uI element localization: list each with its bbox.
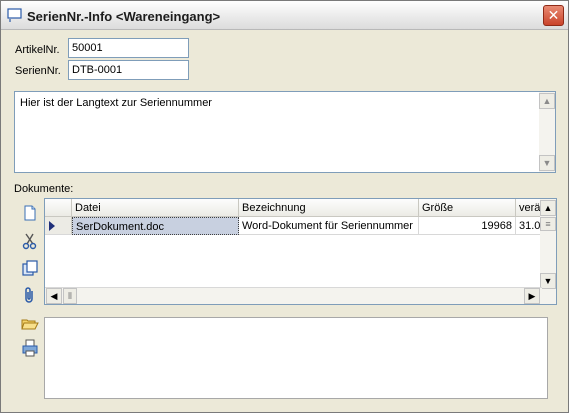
- artikel-label: ArtikelNr.: [15, 44, 60, 56]
- title-bar[interactable]: SerienNr.-Info <Wareneingang> ✕: [1, 1, 568, 30]
- serien-field[interactable]: DTB-0001: [68, 60, 189, 80]
- grid-scroll-down-icon[interactable]: ▼: [540, 273, 556, 289]
- grid-scroll-thumb[interactable]: ≡: [540, 217, 556, 231]
- grid-hscrollbar[interactable]: ◀ ⦀ ▶: [45, 287, 542, 304]
- paperclip-icon[interactable]: [21, 286, 39, 304]
- window-title: SerienNr.-Info <Wareneingang>: [27, 9, 221, 24]
- close-button[interactable]: ✕: [543, 5, 564, 26]
- table-row[interactable]: SerDokument.doc Word-Dokument für Serien…: [45, 217, 542, 235]
- langtext-memo[interactable]: Hier ist der Langtext zur Seriennummer ▲…: [14, 91, 556, 173]
- new-document-icon[interactable]: [21, 204, 39, 222]
- scroll-down-icon[interactable]: ▼: [539, 155, 555, 171]
- grid-vscrollbar[interactable]: ▲ ≡ ▼: [540, 199, 556, 304]
- documents-grid[interactable]: Datei Bezeichnung Größe verä SerDokument…: [44, 198, 557, 305]
- folder-open-icon[interactable]: [21, 315, 39, 333]
- window-icon: [7, 8, 22, 22]
- grid-hscroll-thumb[interactable]: ⦀: [63, 288, 77, 304]
- col-groesse[interactable]: Größe: [419, 199, 516, 217]
- dialog-window: SerienNr.-Info <Wareneingang> ✕ ArtikelN…: [0, 0, 569, 413]
- grid-scroll-right-icon[interactable]: ▶: [524, 288, 540, 304]
- grid-scroll-left-icon[interactable]: ◀: [46, 288, 62, 304]
- copy-icon[interactable]: [21, 259, 39, 277]
- grid-corner: [45, 199, 72, 217]
- cell-datei[interactable]: SerDokument.doc: [72, 217, 239, 235]
- cell-veraendert[interactable]: 31.0: [516, 217, 542, 235]
- dokumente-label: Dokumente:: [14, 183, 74, 195]
- memo-scrollbar[interactable]: ▲ ▼: [539, 92, 555, 172]
- grid-scroll-up-icon[interactable]: ▲: [540, 200, 556, 216]
- cell-groesse[interactable]: 19968: [419, 217, 516, 235]
- printer-icon[interactable]: [21, 339, 39, 357]
- serien-label: SerienNr.: [15, 65, 61, 77]
- langtext: Hier ist der Langtext zur Seriennummer: [20, 97, 212, 109]
- preview-panel[interactable]: [44, 317, 548, 399]
- col-veraendert[interactable]: verä: [516, 199, 542, 217]
- col-datei[interactable]: Datei: [72, 199, 239, 217]
- col-bezeichnung[interactable]: Bezeichnung: [239, 199, 419, 217]
- scissors-icon[interactable]: [21, 232, 39, 250]
- cell-bezeichnung[interactable]: Word-Dokument für Seriennummer: [239, 217, 419, 235]
- grid-header: Datei Bezeichnung Größe verä: [45, 199, 542, 217]
- artikel-field[interactable]: 50001: [68, 38, 189, 58]
- scroll-up-icon[interactable]: ▲: [539, 93, 555, 109]
